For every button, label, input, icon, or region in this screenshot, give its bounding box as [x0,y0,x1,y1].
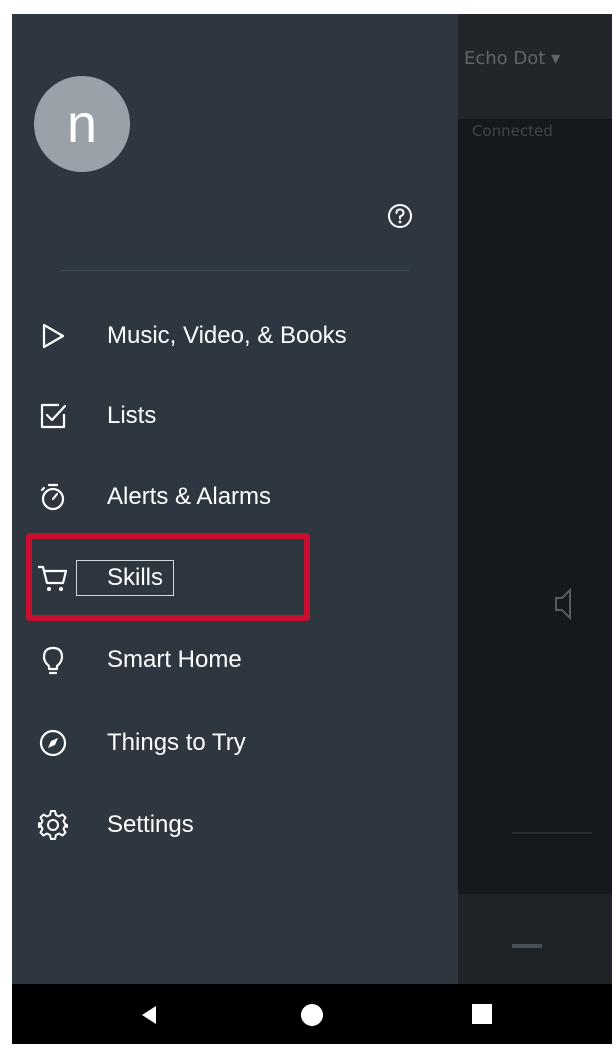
system-nav-bar [12,984,612,1044]
lightbulb-icon [36,643,70,677]
play-icon [36,319,70,353]
menu-item-things-to-try[interactable]: Things to Try [12,708,458,778]
stopwatch-icon [36,480,70,514]
menu-item-music[interactable]: Music, Video, & Books [12,301,458,371]
menu-item-settings[interactable]: Settings [12,790,458,860]
menu-item-smart-home[interactable]: Smart Home [12,625,458,695]
background-divider [512,832,592,834]
checkbox-icon [36,399,70,433]
volume-icon [555,587,571,621]
menu-item-label: Settings [107,811,194,838]
help-icon[interactable] [386,202,414,230]
menu-item-label: Smart Home [107,646,242,673]
background-bottom-icon [512,944,542,948]
menu-item-label: Music, Video, & Books [107,322,347,349]
back-icon[interactable] [138,1004,158,1026]
device-status: Connected [472,122,553,140]
selection-box [76,560,174,596]
menu-item-label: Things to Try [107,729,246,756]
menu-item-lists[interactable]: Lists [12,381,458,451]
background-bottom-bar [452,894,612,984]
home-icon[interactable] [301,1004,323,1026]
device-selector: Echo Dot ▾ [464,48,561,69]
avatar[interactable]: n [34,76,130,172]
navigation-drawer: n Music, Video, & Books Lists Alerts & A… [12,14,458,984]
compass-icon [36,726,70,760]
phone-screen: Echo Dot ▾ Connected n Music, Video, & B… [12,14,612,1044]
menu-item-alerts[interactable]: Alerts & Alarms [12,462,458,532]
drawer-divider [60,270,410,271]
menu-item-label: Lists [107,402,157,429]
recent-apps-icon[interactable] [472,1004,492,1024]
avatar-letter: n [66,94,98,154]
menu-item-label: Alerts & Alarms [107,483,272,510]
gear-icon [36,808,70,842]
